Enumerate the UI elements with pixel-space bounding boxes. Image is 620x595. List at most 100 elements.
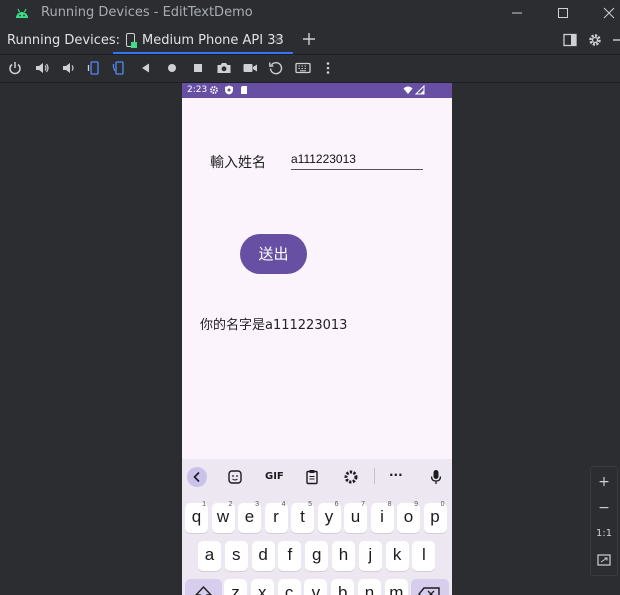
key-label: i [380,507,384,526]
key-hint: 2 [228,501,233,508]
volume-up-icon[interactable] [34,60,50,76]
key-i[interactable]: i8 [370,501,394,533]
key-n[interactable]: n [358,579,381,595]
emulator-toolbar [0,55,620,83]
send-button[interactable]: 送出 [240,234,307,274]
sticker-icon[interactable] [226,468,244,486]
status-bar: 2:23 [182,83,452,98]
result-text: 你的名字是a111223013 [200,318,348,333]
keyboard-collapse-button[interactable] [187,467,207,487]
key-l[interactable]: l [412,541,436,571]
key-k[interactable]: k [385,541,409,571]
backspace-key[interactable] [411,579,449,595]
key-label: e [244,507,255,526]
key-hint: 7 [361,501,365,508]
key-z[interactable]: z [224,579,247,595]
key-u[interactable]: u7 [344,501,367,533]
zoom-actual-size-button[interactable]: 1:1 [596,526,612,542]
key-t[interactable]: t5 [291,501,314,533]
window-title: Running Devices - EditTextDemo [41,5,253,20]
tab-close-icon[interactable]: × [273,32,283,46]
signal-icon [415,85,425,95]
phone-screen: 2:23 輸入姓名 送出 你的名字是a111223013 [182,83,452,595]
tab-medium-phone[interactable]: Medium Phone API 33 × [113,26,293,54]
key-y[interactable]: y6 [317,501,341,533]
key-p[interactable]: p0 [423,501,447,533]
microphone-icon[interactable] [427,468,445,486]
key-hint: 9 [414,501,418,508]
close-icon [603,7,615,19]
shift-icon [195,585,212,595]
rotate-right-icon[interactable] [112,60,128,76]
rotate-left-icon[interactable] [86,60,102,76]
key-label: p [430,507,440,526]
gear-icon[interactable] [342,468,360,486]
settings-status-icon [210,86,218,94]
keyboard-toolbar-divider [374,468,375,484]
key-label: w [216,507,230,526]
clipboard-icon[interactable] [303,468,321,486]
key-g[interactable]: g [305,541,329,571]
key-d[interactable]: d [251,541,275,571]
keyboard-icon[interactable] [295,60,311,76]
key-m[interactable]: m [384,579,408,595]
shield-icon [225,85,233,95]
power-icon[interactable] [7,60,23,76]
key-b[interactable]: b [331,579,355,595]
gear-icon[interactable] [587,32,603,48]
zoom-in-button[interactable]: + [596,474,612,490]
key-label: y [324,507,334,526]
maximize-icon [558,8,568,18]
phone-icon [126,33,137,48]
soft-keyboard: GIF ··· q1w2e3r4t5y6u7i8o9p0 asdfghjkl z… [182,459,452,595]
reset-icon[interactable] [268,60,284,76]
gif-button[interactable]: GIF [265,471,287,489]
home-icon[interactable] [164,60,180,76]
more-icon[interactable] [320,60,336,76]
key-label: u [350,507,361,526]
zoom-panel: + − 1:1 [590,466,618,576]
add-tab-icon[interactable] [301,31,317,47]
hide-panel-icon[interactable] [610,32,620,48]
minimize-button[interactable] [507,3,527,23]
wifi-icon [403,86,413,94]
camera-icon[interactable] [216,60,232,76]
more-options-button[interactable]: ··· [389,468,407,486]
key-v[interactable]: v [304,579,328,595]
title-bar: Running Devices - EditTextDemo [0,0,620,26]
back-icon[interactable] [138,60,154,76]
overview-icon[interactable] [190,60,206,76]
panel-layout-icon[interactable] [562,32,578,48]
key-a[interactable]: a [198,541,221,571]
key-f[interactable]: f [278,541,302,571]
fit-screen-icon[interactable] [596,552,612,568]
zoom-out-button[interactable]: − [596,500,612,516]
key-label: r [273,507,279,526]
key-hint: 3 [255,501,259,508]
key-j[interactable]: j [358,541,382,571]
shift-key[interactable] [185,579,222,595]
tab-active-indicator [113,52,293,54]
key-hint: 6 [334,501,339,508]
key-h[interactable]: h [332,541,355,571]
key-x[interactable]: x [250,579,274,595]
close-window-button[interactable] [599,3,619,23]
key-c[interactable]: c [277,579,301,595]
tab-label: Medium Phone API 33 [142,33,284,48]
chevron-left-icon [193,471,200,483]
key-w[interactable]: w2 [211,501,235,533]
record-icon[interactable] [242,60,258,76]
key-r[interactable]: r4 [264,501,288,533]
backspace-icon [418,587,440,595]
minimize-icon [512,12,522,14]
key-o[interactable]: o9 [397,501,420,533]
volume-down-icon[interactable] [60,60,76,76]
maximize-button[interactable] [553,3,573,23]
key-hint: 4 [281,501,286,508]
key-e[interactable]: e3 [238,501,261,533]
status-time: 2:23 [187,85,208,95]
name-input[interactable] [291,149,423,170]
key-q[interactable]: q1 [185,501,208,533]
tab-bar: Running Devices: Medium Phone API 33 × [0,26,620,55]
key-s[interactable]: s [224,541,248,571]
